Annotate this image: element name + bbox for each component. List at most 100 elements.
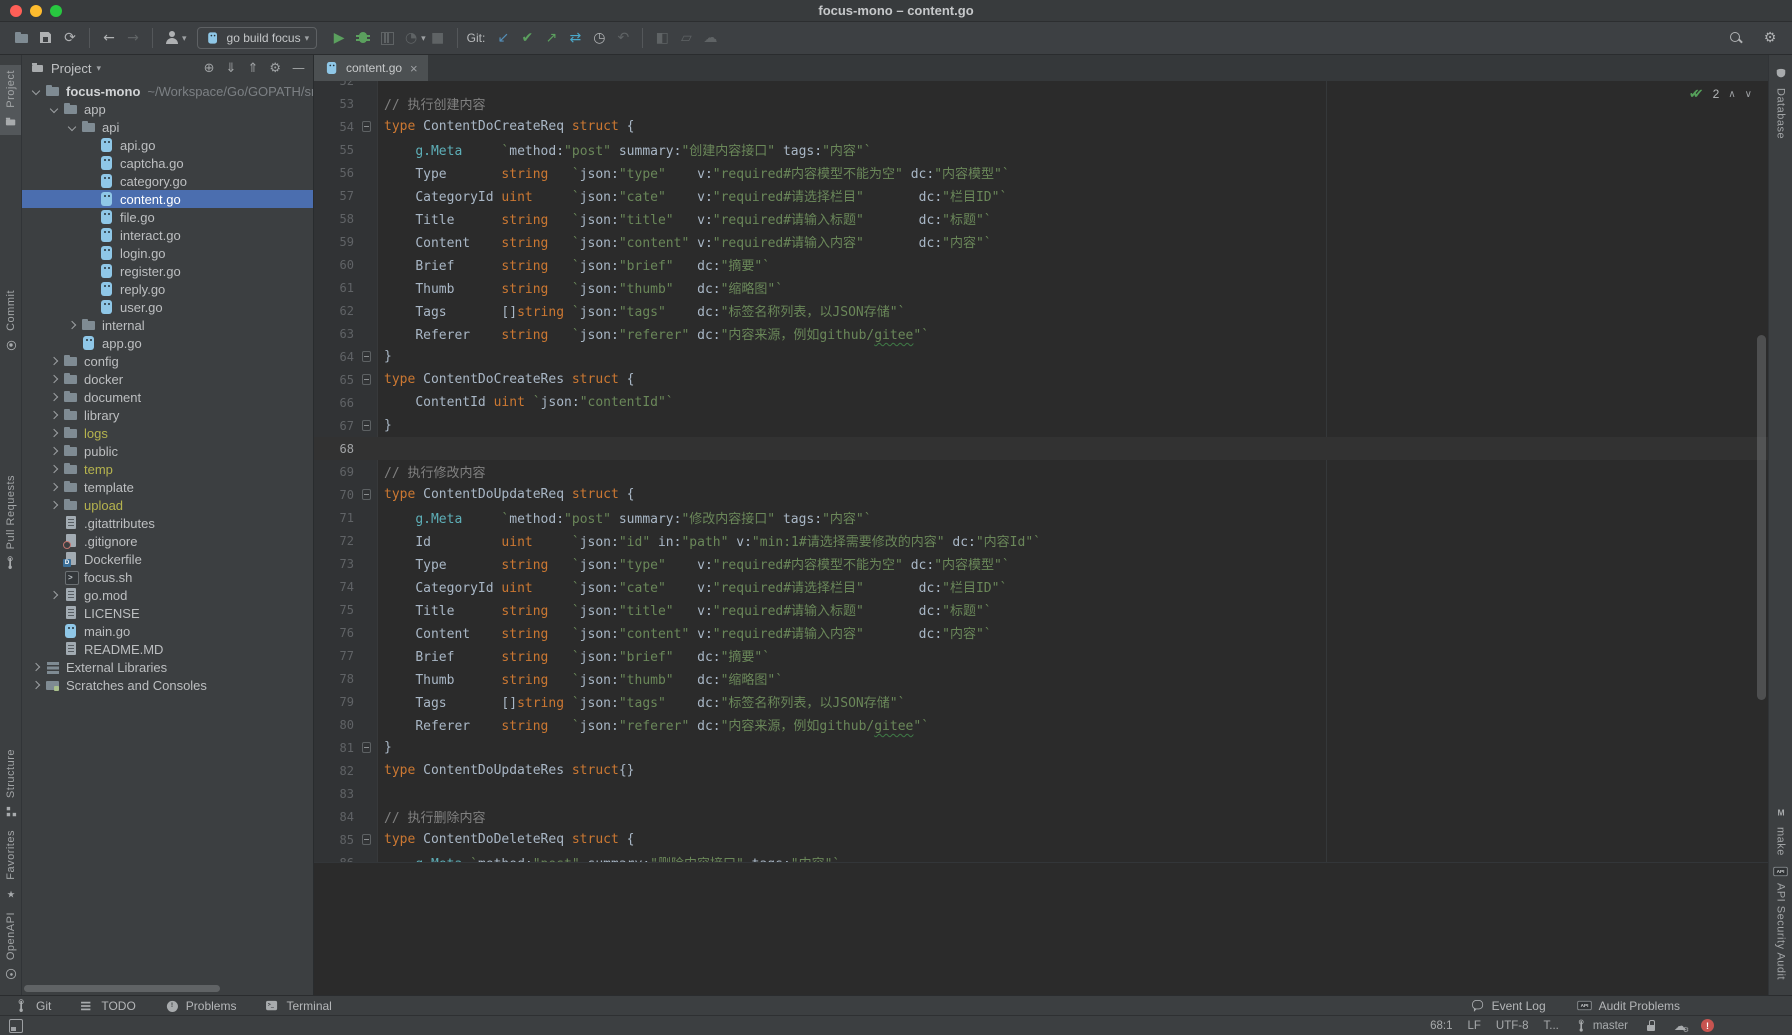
tree-toggle-icon[interactable]: [50, 375, 59, 384]
patch-icon[interactable]: ▱: [674, 27, 698, 49]
code-line-82[interactable]: 82type ContentDoUpdateRes struct{}: [314, 759, 1768, 782]
project-tree-hscrollbar[interactable]: [24, 985, 220, 992]
code-line-65[interactable]: 65type ContentDoCreateRes struct {: [314, 368, 1768, 391]
tree-item-register-go[interactable]: register.go: [22, 262, 313, 280]
fold-marker[interactable]: [354, 351, 378, 362]
shelve-icon[interactable]: ◧: [650, 27, 674, 49]
git-rollback-icon[interactable]: ↶: [611, 27, 635, 49]
tree-item-config[interactable]: config: [22, 352, 313, 370]
search-everywhere-icon[interactable]: [1724, 27, 1748, 49]
tree-toggle-icon[interactable]: [32, 663, 41, 672]
stripe-item-openapi[interactable]: OpenAPI: [0, 907, 21, 987]
tool-window-button-event-log[interactable]: Event Log: [1470, 998, 1546, 1014]
fold-marker[interactable]: [354, 834, 378, 845]
tree-toggle-icon[interactable]: [50, 447, 59, 456]
tree-toggle-icon[interactable]: [50, 465, 59, 474]
tree-item-public[interactable]: public: [22, 442, 313, 460]
tree-item-login-go[interactable]: login.go: [22, 244, 313, 262]
next-problem-icon[interactable]: ∨: [1745, 89, 1752, 100]
forward-icon[interactable]: →: [121, 27, 145, 49]
project-panel-title[interactable]: Project: [51, 61, 91, 76]
tree-item-app-go[interactable]: app.go: [22, 334, 313, 352]
code-line-84[interactable]: 84// 执行删除内容: [314, 805, 1768, 828]
fold-marker[interactable]: [354, 420, 378, 431]
tree-item-license[interactable]: LICENSE: [22, 604, 313, 622]
fold-close-icon[interactable]: [362, 351, 371, 362]
fold-close-icon[interactable]: [362, 420, 371, 431]
fullscreen-window-button[interactable]: [50, 5, 62, 17]
code-line-85[interactable]: 85type ContentDoDeleteReq struct {: [314, 828, 1768, 851]
tree-item-upload[interactable]: upload: [22, 496, 313, 514]
tree-item-document[interactable]: document: [22, 388, 313, 406]
code-line-86[interactable]: 86 g.Meta `method:"post" summary:"删除内容接口…: [314, 851, 1768, 862]
sync-icon[interactable]: ⟳: [58, 27, 82, 49]
code-line-69[interactable]: 69// 执行修改内容: [314, 460, 1768, 483]
tab-content-go[interactable]: content.go ×: [314, 55, 428, 81]
stripe-item-project[interactable]: Project: [0, 65, 21, 135]
code-line-70[interactable]: 70type ContentDoUpdateReq struct {: [314, 483, 1768, 506]
tree-toggle-icon[interactable]: [50, 591, 59, 600]
code-line-71[interactable]: 71 g.Meta `method:"post" summary:"修改内容接口…: [314, 506, 1768, 529]
fold-open-icon[interactable]: [362, 374, 371, 385]
git-branch-widget[interactable]: master: [1574, 1018, 1628, 1034]
fold-open-icon[interactable]: [362, 834, 371, 845]
git-push-icon[interactable]: ↗: [539, 27, 563, 49]
tree-item-gitattributes[interactable]: .gitattributes: [22, 514, 313, 532]
stripe-item-favorites[interactable]: Favorites: [0, 825, 21, 907]
tool-window-button-git[interactable]: Git: [14, 998, 51, 1014]
lock-icon[interactable]: [1643, 1018, 1659, 1034]
code-line-52[interactable]: 52: [314, 81, 1768, 92]
line-separator[interactable]: LF: [1467, 1020, 1480, 1032]
tree-item-focus-mono[interactable]: focus-mono~/Workspace/Go/GOPATH/src/gith…: [22, 82, 313, 100]
tree-toggle-icon[interactable]: [50, 483, 59, 492]
collapse-all-icon[interactable]: ⇑: [247, 61, 258, 76]
tree-toggle-icon[interactable]: [50, 357, 59, 366]
locate-icon[interactable]: ⊕: [204, 61, 215, 76]
cloud-icon[interactable]: ☁: [698, 27, 722, 49]
caret-position[interactable]: 68:1: [1430, 1020, 1452, 1032]
tool-window-button-problems[interactable]: Problems: [164, 998, 237, 1014]
stripe-item-structure[interactable]: Structure: [0, 744, 21, 825]
settings-icon[interactable]: ⚙: [269, 61, 281, 76]
tree-toggle-icon[interactable]: [50, 411, 59, 420]
fold-open-icon[interactable]: [362, 489, 371, 500]
code-line-63[interactable]: 63 Referer string `json:"referer" dc:"内容…: [314, 322, 1768, 345]
tree-toggle-icon[interactable]: [32, 87, 41, 96]
fold-open-icon[interactable]: [362, 121, 371, 132]
tree-item-user-go[interactable]: user.go: [22, 298, 313, 316]
code-line-61[interactable]: 61 Thumb string `json:"thumb" dc:"缩略图"`: [314, 276, 1768, 299]
code-line-72[interactable]: 72 Id uint `json:"id" in:"path" v:"min:1…: [314, 529, 1768, 552]
tree-item-main-go[interactable]: main.go: [22, 622, 313, 640]
code-line-81[interactable]: 81}: [314, 736, 1768, 759]
fold-marker[interactable]: [354, 374, 378, 385]
tree-item-captcha-go[interactable]: captcha.go: [22, 154, 313, 172]
indent-indicator[interactable]: T...: [1544, 1020, 1559, 1032]
fold-marker[interactable]: [354, 742, 378, 753]
file-encoding[interactable]: UTF-8: [1496, 1020, 1529, 1032]
tree-item-interact-go[interactable]: interact.go: [22, 226, 313, 244]
prev-problem-icon[interactable]: ∧: [1728, 89, 1735, 100]
open-project-icon[interactable]: [10, 27, 34, 49]
code-line-77[interactable]: 77 Brief string `json:"brief" dc:"摘要"`: [314, 644, 1768, 667]
code-line-73[interactable]: 73 Type string `json:"type" v:"required#…: [314, 552, 1768, 575]
tool-window-button-todo[interactable]: TODO: [79, 998, 135, 1014]
tree-item-api[interactable]: api: [22, 118, 313, 136]
tree-item-temp[interactable]: temp: [22, 460, 313, 478]
tree-item-docker[interactable]: docker: [22, 370, 313, 388]
minimize-window-button[interactable]: [30, 5, 42, 17]
tree-toggle-icon[interactable]: [50, 429, 59, 438]
code-line-67[interactable]: 67}: [314, 414, 1768, 437]
code-line-80[interactable]: 80 Referer string `json:"referer" dc:"内容…: [314, 713, 1768, 736]
code-line-75[interactable]: 75 Title string `json:"title" v:"require…: [314, 598, 1768, 621]
code-viewport[interactable]: 5253// 执行创建内容54type ContentDoCreateReq s…: [314, 81, 1768, 862]
expand-all-icon[interactable]: ⇓: [226, 61, 237, 76]
code-line-79[interactable]: 79 Tags []string `json:"tags" dc:"标签名称列表…: [314, 690, 1768, 713]
error-indicator-icon[interactable]: [1701, 1019, 1714, 1032]
stripe-item-database[interactable]: Database: [1769, 61, 1792, 144]
tree-item-external-libraries[interactable]: External Libraries: [22, 658, 313, 676]
code-line-54[interactable]: 54type ContentDoCreateReq struct {: [314, 115, 1768, 138]
tree-item-api-go[interactable]: api.go: [22, 136, 313, 154]
code-line-76[interactable]: 76 Content string `json:"content" v:"req…: [314, 621, 1768, 644]
stripe-item-commit[interactable]: Commit: [0, 285, 21, 358]
tree-item-scratches-and-consoles[interactable]: Scratches and Consoles: [22, 676, 313, 694]
